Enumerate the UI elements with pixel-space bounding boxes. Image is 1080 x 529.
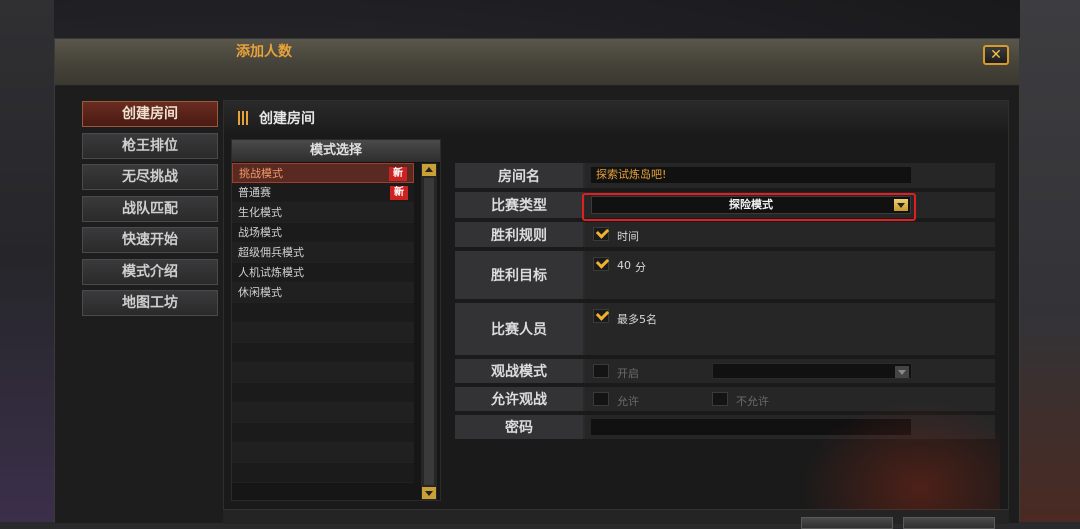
- allow-option: 允许: [617, 395, 639, 408]
- mode-item-label: 超级佣兵模式: [238, 246, 304, 259]
- mode-item-challenge[interactable]: 挑战模式 新: [232, 163, 414, 183]
- panel-title: 创建房间: [259, 111, 315, 127]
- match-type-highlight: [582, 193, 916, 221]
- nav-item-create-room[interactable]: 创建房间: [82, 101, 218, 127]
- empty-row: [232, 403, 414, 423]
- background-right-edge: [1020, 0, 1080, 522]
- empty-row: [232, 323, 414, 343]
- scroll-up-icon[interactable]: [422, 164, 436, 176]
- background-left-edge: [0, 0, 54, 522]
- mode-item-zombie[interactable]: 生化模式: [232, 203, 414, 223]
- nav-item-endless-challenge[interactable]: 无尽挑战: [82, 164, 218, 190]
- row-spectate-mode: 观战模式 开启: [455, 358, 995, 383]
- match-type-label: 比赛类型: [455, 192, 583, 218]
- allow-spectate-label: 允许观战: [455, 387, 583, 411]
- spectate-mode-label: 观战模式: [455, 359, 583, 383]
- win-target-value: 40: [617, 259, 631, 272]
- mode-item-normal[interactable]: 普通赛 新: [232, 183, 414, 203]
- nav-item-map-workshop[interactable]: 地图工坊: [82, 290, 218, 316]
- nav-item-ranked[interactable]: 枪王排位: [82, 132, 218, 159]
- players-cell: 最多5名: [585, 303, 995, 355]
- spectate-mode-dropdown[interactable]: [712, 363, 912, 379]
- row-room-name: 房间名 探索试炼岛吧!: [455, 162, 995, 188]
- spectate-mode-option: 开启: [617, 367, 639, 380]
- win-target-cell: 40 分: [585, 251, 995, 299]
- side-nav: 创建房间 枪王排位 无尽挑战 战队匹配 快速开始 模式介绍 地图工坊: [82, 101, 220, 322]
- row-win-rule: 胜利规则 时间: [455, 221, 995, 247]
- mode-item-battlefield[interactable]: 战场模式: [232, 223, 414, 243]
- room-name-label: 房间名: [455, 163, 583, 188]
- deny-checkbox[interactable]: [712, 392, 728, 406]
- allow-checkbox[interactable]: [593, 392, 609, 406]
- scroll-track[interactable]: [424, 178, 434, 485]
- mode-item-label: 人机试炼模式: [238, 266, 304, 279]
- empty-row: [232, 363, 414, 383]
- panel-header: 创建房间: [224, 101, 1008, 133]
- bars-icon: [238, 110, 252, 125]
- spectate-mode-checkbox[interactable]: [593, 364, 609, 378]
- close-icon: ✕: [990, 47, 1002, 63]
- room-name-cell: 探索试炼岛吧!: [585, 163, 995, 188]
- mode-item-label: 挑战模式: [239, 167, 283, 180]
- win-target-unit: 分: [635, 261, 646, 274]
- mode-item-super-mercenary[interactable]: 超级佣兵模式: [232, 243, 414, 263]
- win-rule-label: 胜利规则: [455, 222, 583, 247]
- mode-list-header: 模式选择: [232, 140, 440, 163]
- players-option: 最多5名: [617, 313, 657, 326]
- empty-row: [232, 443, 414, 463]
- dialog-titlebar: ✕: [55, 39, 1019, 86]
- win-target-label: 胜利目标: [455, 251, 583, 299]
- close-button[interactable]: ✕: [983, 45, 1009, 65]
- empty-row: [232, 303, 414, 323]
- spectate-mode-cell: 开启: [585, 359, 995, 383]
- empty-row: [232, 423, 414, 443]
- nav-item-mode-intro[interactable]: 模式介绍: [82, 258, 218, 285]
- chevron-down-icon[interactable]: [895, 366, 909, 378]
- mode-list: 模式选择 挑战模式 新 普通赛 新 生化模式 战场模式 超级佣兵模式 人机试炼模…: [231, 139, 441, 501]
- new-badge: 新: [389, 167, 407, 181]
- mode-item-label: 生化模式: [238, 206, 282, 219]
- row-players: 比赛人员 最多5名: [455, 302, 995, 355]
- mode-item-casual[interactable]: 休闲模式: [232, 283, 414, 303]
- nav-item-quick-start[interactable]: 快速开始: [82, 227, 218, 253]
- cancel-button[interactable]: [903, 517, 995, 529]
- empty-row: [232, 383, 414, 403]
- deny-option: 不允许: [736, 395, 769, 408]
- win-rule-option: 时间: [617, 230, 639, 243]
- row-win-target: 胜利目标 40 分: [455, 250, 995, 299]
- password-label: 密码: [455, 415, 583, 439]
- mode-items: 挑战模式 新 普通赛 新 生化模式 战场模式 超级佣兵模式 人机试炼模式 休闲模…: [232, 163, 440, 483]
- ember-decoration: [800, 400, 1000, 510]
- mode-item-ai-trial[interactable]: 人机试炼模式: [232, 263, 414, 283]
- mode-item-label: 战场模式: [238, 226, 282, 239]
- players-checkbox[interactable]: [593, 309, 609, 323]
- empty-row: [232, 343, 414, 363]
- room-name-input[interactable]: 探索试炼岛吧!: [591, 167, 911, 183]
- mode-list-scrollbar[interactable]: [421, 163, 437, 500]
- players-label: 比赛人员: [455, 303, 583, 355]
- nav-item-clan-match[interactable]: 战队匹配: [82, 195, 218, 222]
- win-rule-cell: 时间: [585, 222, 995, 247]
- scroll-down-icon[interactable]: [422, 487, 436, 499]
- empty-row: [232, 463, 414, 483]
- win-rule-checkbox[interactable]: [593, 227, 609, 241]
- mode-item-label: 休闲模式: [238, 286, 282, 299]
- confirm-button[interactable]: [801, 517, 893, 529]
- win-target-checkbox[interactable]: [593, 257, 609, 271]
- section-title: 添加人数: [236, 44, 292, 60]
- mode-item-label: 普通赛: [238, 186, 271, 199]
- new-badge: 新: [390, 186, 408, 200]
